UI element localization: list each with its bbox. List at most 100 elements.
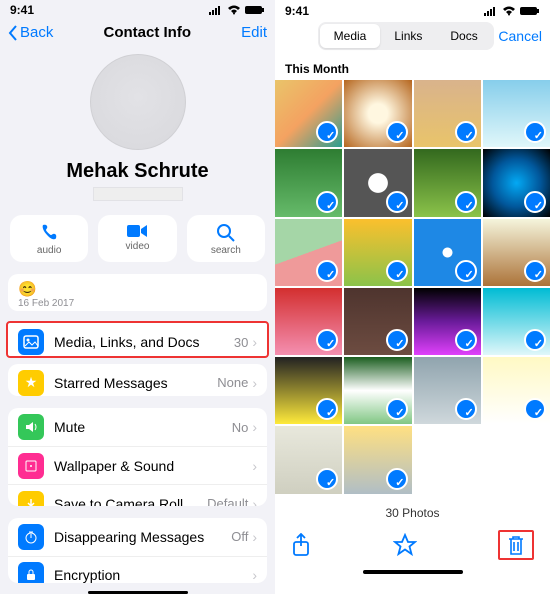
row-label: Encryption [54, 567, 120, 583]
encryption-row[interactable]: Encryption › [8, 556, 267, 583]
battery-icon [520, 6, 540, 16]
media-thumb[interactable] [275, 288, 342, 355]
media-thumb[interactable] [483, 149, 550, 216]
media-thumb[interactable] [483, 219, 550, 286]
speaker-icon [18, 414, 44, 440]
media-thumb[interactable] [344, 219, 411, 286]
chevron-right-icon: › [252, 419, 257, 435]
row-value: No [232, 420, 249, 435]
share-button[interactable] [291, 533, 311, 557]
status-icons [484, 6, 540, 16]
search-icon [216, 223, 236, 243]
media-thumb[interactable] [275, 149, 342, 216]
row-value: None [217, 375, 248, 390]
timer-icon [18, 524, 44, 550]
trash-icon [506, 534, 526, 556]
share-icon [291, 533, 311, 557]
wifi-icon [227, 5, 241, 15]
clock: 9:41 [10, 3, 34, 17]
contact-name: Mehak Schrute [66, 160, 208, 183]
status-card[interactable]: 😊 16 Feb 2017 [8, 274, 267, 311]
photos-icon [18, 329, 44, 355]
row-label: Starred Messages [54, 375, 168, 391]
tab-links[interactable]: Links [380, 24, 436, 48]
wallpaper-icon [18, 453, 44, 479]
media-thumb[interactable] [414, 80, 481, 147]
status-bar: 9:41 [275, 0, 550, 20]
starred-messages-row[interactable]: ★ Starred Messages None › [8, 364, 267, 397]
media-thumb[interactable] [344, 288, 411, 355]
wallpaper-row[interactable]: Wallpaper & Sound › [8, 446, 267, 484]
segmented-control: Media Links Docs [318, 22, 494, 50]
lock-icon [18, 562, 44, 583]
contact-subtitle-placeholder [93, 187, 183, 201]
mute-row[interactable]: Mute No › [8, 408, 267, 446]
tab-docs[interactable]: Docs [436, 24, 491, 48]
chevron-right-icon: › [252, 567, 257, 583]
chevron-right-icon: › [252, 496, 257, 506]
bottom-toolbar [275, 524, 550, 568]
edit-button[interactable]: Edit [241, 24, 267, 41]
chevron-right-icon: › [252, 458, 257, 474]
audio-label: audio [37, 245, 61, 256]
media-thumb[interactable] [414, 357, 481, 424]
media-thumb[interactable] [344, 426, 411, 493]
search-label: search [211, 245, 241, 256]
media-thumb[interactable] [483, 288, 550, 355]
media-gallery-screen: 9:41 Media Links Docs Cancel This Month [275, 0, 550, 594]
download-icon [18, 491, 44, 506]
contact-header: Mehak Schrute [0, 48, 275, 209]
delete-button[interactable] [498, 530, 534, 560]
media-thumb[interactable] [275, 80, 342, 147]
media-thumb[interactable] [414, 288, 481, 355]
video-button[interactable]: video [98, 215, 176, 262]
video-icon [126, 223, 148, 239]
media-thumb[interactable] [275, 426, 342, 493]
media-thumb[interactable] [483, 357, 550, 424]
row-value: Default [207, 496, 248, 506]
row-label: Mute [54, 419, 85, 435]
tab-media[interactable]: Media [320, 24, 381, 48]
photo-count: 30 Photos [275, 500, 550, 524]
cancel-button[interactable]: Cancel [498, 28, 542, 44]
media-thumb[interactable] [275, 357, 342, 424]
favorite-button[interactable] [393, 533, 417, 557]
audio-button[interactable]: audio [10, 215, 88, 262]
home-indicator [88, 591, 188, 594]
save-camera-roll-row[interactable]: Save to Camera Roll Default › [8, 484, 267, 506]
back-button[interactable]: Back [8, 24, 53, 41]
avatar[interactable] [90, 54, 186, 150]
media-links-docs-row[interactable]: Media, Links, and Docs 30 › [8, 323, 267, 358]
media-thumb[interactable] [414, 149, 481, 216]
media-thumb[interactable] [344, 357, 411, 424]
nav-bar: Back Contact Info Edit [0, 17, 275, 48]
signal-icon [209, 5, 223, 15]
starred-card: ★ Starred Messages None › [8, 364, 267, 397]
media-links-docs-card: Media, Links, and Docs 30 › [6, 321, 269, 358]
wifi-icon [502, 6, 516, 16]
status-emoji: 😊 [18, 280, 257, 298]
section-header: This Month [275, 56, 550, 80]
status-bar: 9:41 [0, 0, 275, 17]
media-thumb[interactable] [414, 219, 481, 286]
disappearing-row[interactable]: Disappearing Messages Off › [8, 518, 267, 556]
page-title: Contact Info [104, 24, 192, 41]
search-button[interactable]: search [187, 215, 265, 262]
media-thumb[interactable] [344, 149, 411, 216]
chevron-right-icon: › [252, 375, 257, 391]
star-outline-icon [393, 533, 417, 557]
row-label: Save to Camera Roll [54, 496, 183, 506]
phone-icon [39, 223, 59, 243]
signal-icon [484, 6, 498, 16]
row-label: Wallpaper & Sound [54, 458, 174, 474]
back-label: Back [20, 24, 53, 41]
privacy-card: Disappearing Messages Off › Encryption › [8, 518, 267, 583]
media-thumb[interactable] [344, 80, 411, 147]
media-thumb[interactable] [275, 219, 342, 286]
row-label: Disappearing Messages [54, 529, 204, 545]
home-indicator [363, 570, 463, 574]
media-thumb[interactable] [483, 80, 550, 147]
battery-icon [245, 5, 265, 15]
chevron-right-icon: › [252, 529, 257, 545]
status-date: 16 Feb 2017 [18, 298, 257, 309]
